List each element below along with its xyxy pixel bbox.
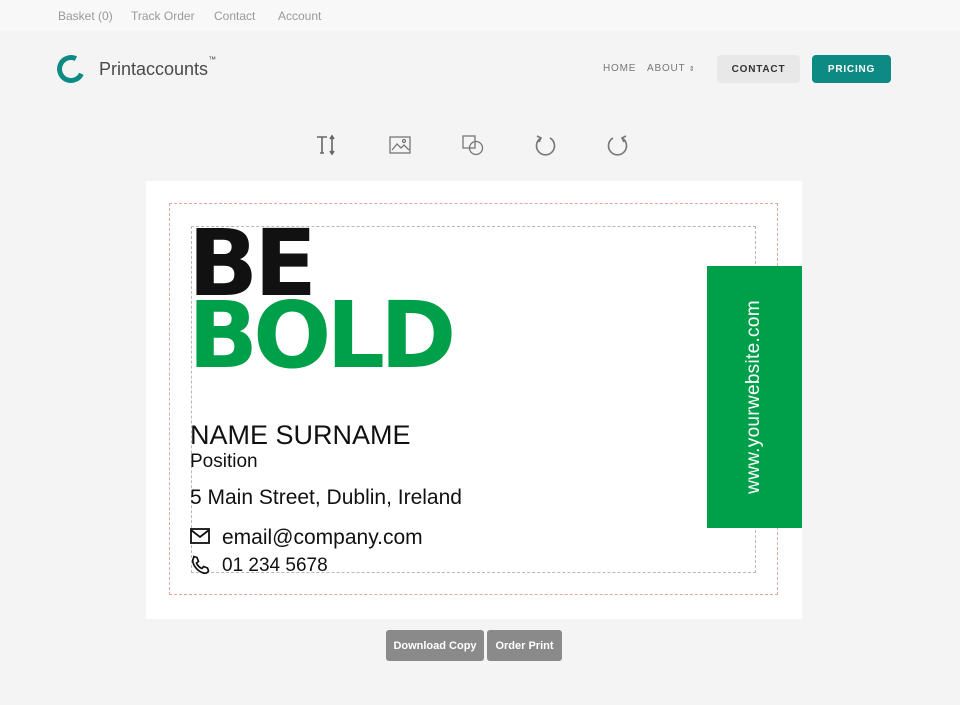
card-position[interactable]: Position — [190, 451, 258, 473]
phone-icon[interactable] — [190, 555, 210, 575]
card-website[interactable]: www.yourwebsite.com — [743, 300, 765, 494]
shapes-tool-icon[interactable] — [458, 130, 488, 160]
nav-home[interactable]: HOME — [603, 63, 636, 74]
brand-name: Printaccounts — [99, 59, 209, 79]
chevron-updown-icon: ⇕ — [688, 66, 696, 73]
account-link[interactable]: Account — [278, 9, 321, 23]
redo-icon[interactable] — [603, 130, 633, 160]
top-utility-bar: Basket (0) Track Order Contact Account — [0, 0, 960, 31]
pricing-button[interactable]: PRICING — [812, 55, 891, 83]
contact-button[interactable]: CONTACT — [717, 55, 800, 83]
card-email[interactable]: email@company.com — [222, 526, 423, 550]
nav-about[interactable]: ABOUT ⇕ — [647, 63, 696, 74]
text-tool-icon[interactable] — [312, 130, 342, 160]
brand-logo[interactable]: Printaccounts™ — [99, 55, 216, 80]
image-tool-icon[interactable] — [385, 130, 415, 160]
basket-link[interactable]: Basket (0) — [58, 9, 113, 23]
order-print-button[interactable]: Order Print — [487, 630, 562, 661]
nav-about-label: ABOUT — [647, 63, 686, 74]
undo-icon[interactable] — [530, 130, 560, 160]
card-phone[interactable]: 01 234 5678 — [222, 555, 328, 577]
track-order-link[interactable]: Track Order — [131, 9, 195, 23]
card-name[interactable]: NAME SURNAME — [190, 420, 411, 451]
contact-link[interactable]: Contact — [214, 9, 255, 23]
download-copy-button[interactable]: Download Copy — [386, 630, 484, 661]
envelope-icon[interactable] — [190, 528, 210, 544]
trademark-mark: ™ — [208, 55, 217, 64]
headline-bold[interactable]: BOLD — [188, 290, 456, 382]
card-address[interactable]: 5 Main Street, Dublin, Ireland — [190, 486, 462, 510]
